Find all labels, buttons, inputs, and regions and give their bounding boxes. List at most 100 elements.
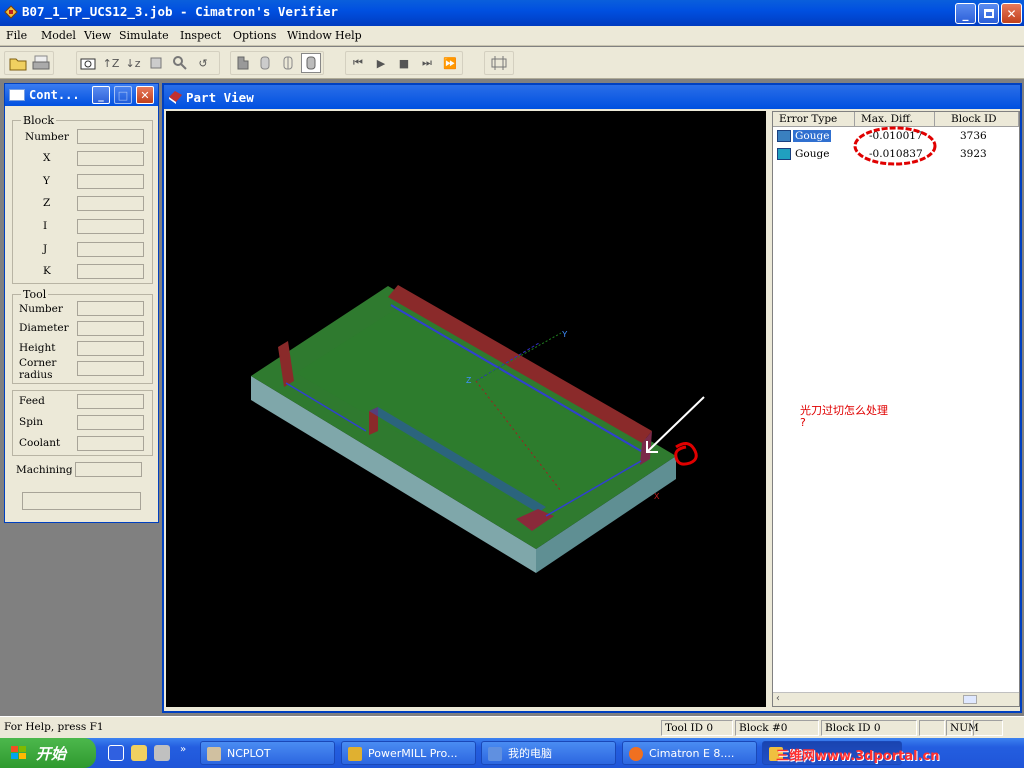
- menu-options[interactable]: Options: [233, 29, 276, 42]
- minimize-button[interactable]: _: [955, 3, 976, 24]
- menu-bar: File Model View Simulate Inspect Options…: [0, 26, 1024, 46]
- shaded-icon[interactable]: [301, 53, 321, 73]
- block-number-label: Number: [25, 131, 69, 143]
- panel-maximize-button[interactable]: □: [114, 86, 132, 104]
- part-view-title: Part View: [186, 90, 254, 105]
- block-status: Block #0: [735, 720, 819, 736]
- stock-icon[interactable]: [255, 53, 275, 73]
- tool-number-label: Number: [19, 303, 63, 315]
- block-y-label: Y: [43, 175, 50, 187]
- part-view-window: Part View Y Z X Error Type Max. Diff. Bl…: [162, 83, 1022, 713]
- menu-inspect[interactable]: Inspect: [180, 29, 221, 42]
- fast-forward-icon[interactable]: ⏩: [440, 53, 460, 73]
- tool-diameter-field: [77, 321, 144, 336]
- scroll-thumb[interactable]: [963, 695, 977, 704]
- tool-height-label: Height: [19, 342, 56, 354]
- col-error-type[interactable]: Error Type: [773, 112, 855, 127]
- block-i-field: [77, 219, 144, 234]
- block-group-label: Block: [21, 114, 57, 127]
- menu-model[interactable]: Model: [41, 29, 76, 42]
- menu-help[interactable]: Help: [335, 29, 362, 42]
- tool-corner-radius-field: [77, 361, 144, 376]
- tool-diameter-label: Diameter: [19, 322, 69, 334]
- title-bar[interactable]: B07_1_TP_UCS12_3.job - Cimatron's Verifi…: [0, 0, 1024, 26]
- gouge-icon: [777, 148, 791, 160]
- spin-label: Spin: [19, 416, 44, 428]
- yz-view-icon[interactable]: ↓z: [123, 53, 143, 73]
- progress-field: [22, 492, 141, 510]
- close-icon: ✕: [1006, 6, 1017, 21]
- machining-label: Machining: [16, 464, 72, 476]
- red-circle-annotation: [853, 126, 937, 166]
- error-type-cell: Gouge: [795, 148, 830, 160]
- cimatron-icon: [629, 747, 643, 761]
- col-block-id[interactable]: Block ID: [935, 112, 1019, 127]
- menu-simulate[interactable]: Simulate: [119, 29, 169, 42]
- block-k-field: [77, 264, 144, 279]
- maximize-button[interactable]: [978, 3, 999, 24]
- rotate-icon[interactable]: ↺: [193, 53, 213, 73]
- step-forward-icon[interactable]: ⏭: [417, 53, 437, 73]
- menu-window[interactable]: Window: [287, 29, 332, 42]
- panel-icon: [9, 89, 25, 101]
- zoom-icon[interactable]: [170, 53, 190, 73]
- minimize-icon: _: [962, 6, 969, 21]
- gouge-marker: [674, 442, 698, 466]
- close-button[interactable]: ✕: [1001, 3, 1022, 24]
- x-axis-label: X: [654, 492, 660, 502]
- app-shortcut-icon[interactable]: [154, 745, 170, 761]
- menu-view[interactable]: View: [84, 29, 111, 42]
- fit-view-icon[interactable]: [146, 53, 166, 73]
- ie-icon[interactable]: [108, 745, 124, 761]
- rewind-icon[interactable]: ⏮: [348, 53, 368, 73]
- maximize-icon: [983, 9, 994, 18]
- toolbar: ↑Z ↓z ↺ ⏮ ▶ ■ ⏭ ⏩: [0, 47, 1024, 79]
- part-view-titlebar[interactable]: Part View: [164, 85, 1020, 109]
- block-k-label: K: [43, 265, 51, 277]
- task-cimatron[interactable]: Cimatron E 8....: [622, 741, 757, 765]
- scroll-left-icon[interactable]: ‹: [775, 693, 781, 704]
- menu-file[interactable]: File: [6, 29, 27, 42]
- feed-label: Feed: [19, 395, 45, 407]
- 3d-viewport[interactable]: Y Z X: [166, 111, 766, 707]
- wireframe-icon[interactable]: [278, 53, 298, 73]
- watermark-text: 三维网www.3dportal.cn: [776, 749, 940, 764]
- block-x-label: X: [43, 152, 51, 164]
- block-id-cell: 3736: [960, 130, 987, 142]
- ncplot-icon: [207, 747, 221, 761]
- open-folder-icon[interactable]: [8, 53, 28, 73]
- tool-id-status: Tool ID 0: [661, 720, 733, 736]
- machine-icon[interactable]: [489, 53, 509, 73]
- more-quicklaunch-icon[interactable]: »: [180, 744, 186, 755]
- task-powermill[interactable]: PowerMILL Pro...: [341, 741, 476, 765]
- stop-icon[interactable]: ■: [394, 53, 414, 73]
- task-label: Cimatron E 8....: [649, 747, 735, 760]
- windows-logo-icon: [11, 746, 26, 759]
- block-x-field: [77, 151, 144, 166]
- annotation-text: 光刀过切怎么处理: [800, 404, 888, 417]
- folder-icon[interactable]: [131, 745, 147, 761]
- tool-number-field: [77, 301, 144, 316]
- task-my-computer[interactable]: 我的电脑: [481, 741, 616, 765]
- task-label: 我的电脑: [508, 747, 552, 760]
- taskbar: 开始 » NCPLOT PowerMILL Pro... 我的电脑 Cimatr…: [0, 738, 1024, 768]
- app-icon: [4, 5, 18, 19]
- panel-close-button[interactable]: ✕: [136, 86, 154, 104]
- status-bar: For Help, press F1 Tool ID 0 Block #0 Bl…: [0, 716, 1024, 738]
- block-id-cell: 3923: [960, 148, 987, 160]
- start-label: 开始: [36, 745, 67, 763]
- camera-icon[interactable]: [78, 53, 98, 73]
- tool-group: Tool Number Diameter Height Corner radiu…: [12, 288, 153, 384]
- print-icon[interactable]: [31, 53, 51, 73]
- control-panel-titlebar[interactable]: Cont... _ □ ✕: [5, 84, 158, 106]
- block-group: Block Number X Y Z I J K: [12, 114, 153, 284]
- xz-view-icon[interactable]: ↑Z: [101, 53, 121, 73]
- part-icon[interactable]: [233, 53, 253, 73]
- control-panel: Cont... _ □ ✕ Block Number X Y Z I J K T…: [4, 83, 159, 523]
- start-button[interactable]: 开始: [0, 738, 96, 768]
- task-ncplot[interactable]: NCPLOT: [200, 741, 335, 765]
- play-icon[interactable]: ▶: [371, 53, 391, 73]
- horizontal-scrollbar[interactable]: ‹: [773, 692, 1019, 706]
- task-label: PowerMILL Pro...: [368, 747, 458, 760]
- panel-minimize-button[interactable]: _: [92, 86, 110, 104]
